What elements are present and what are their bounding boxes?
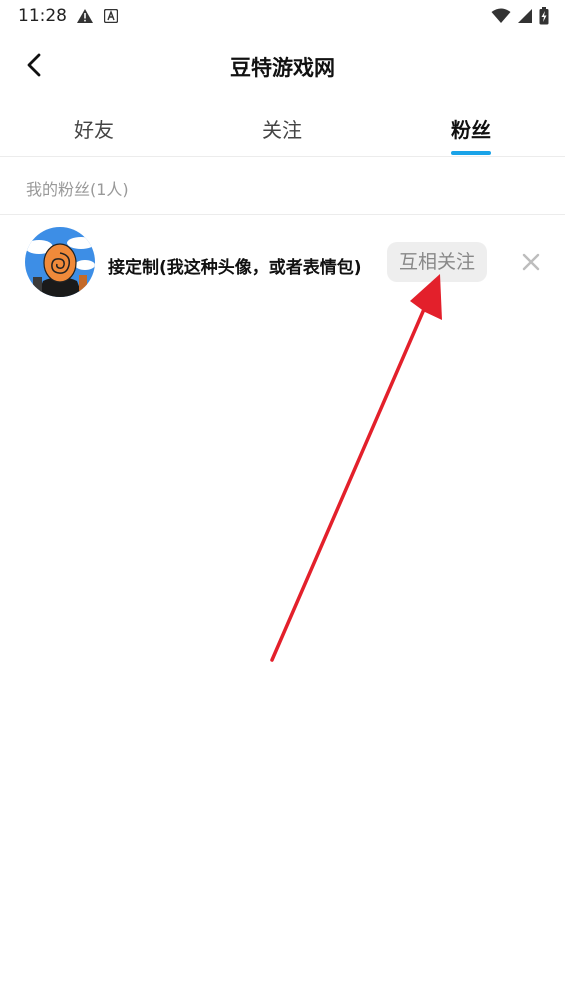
page-title: 豆特游戏网 xyxy=(230,56,335,80)
header: 豆特游戏网 xyxy=(0,34,565,98)
battery-charging-icon xyxy=(539,7,549,29)
tab-friends[interactable]: 好友 xyxy=(34,114,154,143)
active-tab-indicator xyxy=(451,151,491,155)
wifi-icon xyxy=(491,8,511,28)
tab-bar: 好友 关注 粉丝 xyxy=(0,100,565,157)
tab-fans[interactable]: 粉丝 xyxy=(411,114,531,143)
signal-icon xyxy=(517,8,533,28)
remove-fan-button[interactable] xyxy=(520,251,542,273)
a-icon xyxy=(103,8,119,28)
status-time: 11:28 xyxy=(18,6,67,26)
warning-icon xyxy=(76,8,94,28)
tab-following[interactable]: 关注 xyxy=(222,114,342,143)
status-left-icons xyxy=(76,8,119,28)
status-bar: 11:28 xyxy=(0,0,565,34)
fans-count-label: 我的粉丝(1人) xyxy=(26,180,129,199)
list-item[interactable]: 接定制(我这种头像，或者表情包) 互相关注 xyxy=(0,215,565,311)
status-right-icons xyxy=(491,7,549,29)
close-icon xyxy=(522,253,540,271)
fan-name[interactable]: 接定制(我这种头像，或者表情包) xyxy=(108,253,362,278)
mutual-follow-button[interactable]: 互相关注 xyxy=(387,242,487,282)
avatar[interactable] xyxy=(25,227,95,297)
